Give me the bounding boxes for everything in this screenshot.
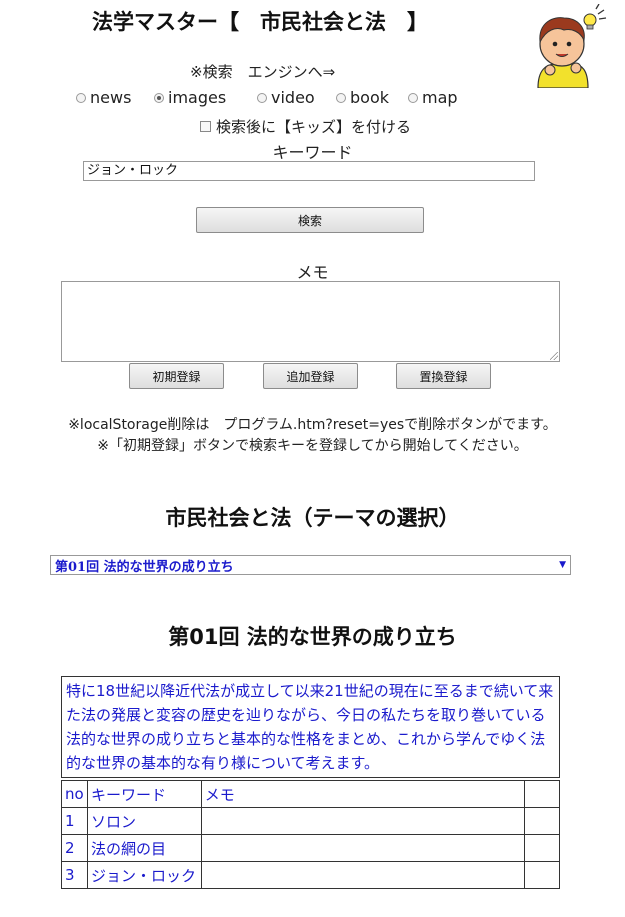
radio-label: map [422,88,458,107]
kids-checkbox-label: 検索後に【キッズ】を付ける [216,118,412,136]
engine-radio-book[interactable]: book [336,88,389,107]
row-extra [524,807,560,835]
table-row: 2 法の網の目 [61,834,560,862]
radio-label: book [350,88,389,107]
radio-button[interactable] [257,92,267,103]
table-header-row: no キーワード メモ [61,780,560,808]
table-row: 3 ジョン・ロック [61,861,560,889]
row-extra [524,834,560,862]
search-button[interactable]: 検索 [196,207,424,233]
row-keyword[interactable]: ジョン・ロック [86,861,202,889]
radio-button[interactable] [76,92,86,103]
lesson-description: 特に18世紀以降近代法が成立して以来21世紀の現在に至るまで続いて来た法の発展と… [61,676,560,778]
initial-register-button[interactable]: 初期登録 [129,363,224,389]
page-title: 法学マスター【 市民社会と法 】 [92,10,428,34]
header-memo: メモ [200,780,526,808]
row-keyword[interactable]: ソロン [86,807,202,835]
keyword-input[interactable]: ジョン・ロック [83,161,535,181]
memo-textarea[interactable] [61,281,560,362]
engine-radio-images[interactable]: images [154,88,226,107]
row-keyword[interactable]: 法の網の目 [86,834,202,862]
theme-selected-value: 第01回 法的な世界の成り立ち [55,559,234,575]
header-keyword: キーワード [86,780,202,808]
memo-label: メモ [296,263,329,282]
kids-option[interactable]: 検索後に【キッズ】を付ける [200,116,411,137]
radio-button[interactable] [154,92,164,103]
engine-radio-video[interactable]: video [257,88,315,107]
add-register-button[interactable]: 追加登録 [263,363,358,389]
radio-label: video [271,88,315,107]
engine-radio-map[interactable]: map [408,88,458,107]
row-memo [200,861,526,889]
table-row: 1 ソロン [61,807,560,835]
keyword-table: no キーワード メモ 1 ソロン 2 法の網の目 3 ジョン・ロック [61,780,560,889]
boy-with-lightbulb-icon [524,3,614,89]
search-engine-hint: ※検索 エンジンへ⇒ [190,63,336,81]
header-no: no [61,780,88,808]
theme-select[interactable]: 第01回 法的な世界の成り立ち ▼ [50,555,571,575]
radio-label: images [168,88,227,107]
row-extra [524,861,560,889]
dropdown-arrow-icon: ▼ [559,560,566,570]
row-no: 2 [61,834,88,862]
engine-radio-news[interactable]: news [76,88,131,107]
localstorage-note: ※localStorage削除は プログラム.htm?reset=yesで削除ボ… [68,417,557,433]
row-memo [200,807,526,835]
header-extra [524,780,560,808]
radio-button[interactable] [408,92,418,103]
kids-checkbox[interactable] [200,121,211,132]
row-no: 3 [61,861,88,889]
start-note: ※「初期登録」ボタンで検索キーを登録してから開始してください。 [97,438,528,454]
radio-button[interactable] [336,92,346,103]
replace-register-button[interactable]: 置換登録 [396,363,491,389]
resize-handle-icon[interactable] [550,352,558,360]
row-no: 1 [61,807,88,835]
keyword-label: キーワード [272,143,353,162]
radio-label: news [90,88,132,107]
theme-heading: 市民社会と法（テーマの選択） [165,506,460,530]
row-memo [200,834,526,862]
lesson-title: 第01回 法的な世界の成り立ち [168,625,457,649]
